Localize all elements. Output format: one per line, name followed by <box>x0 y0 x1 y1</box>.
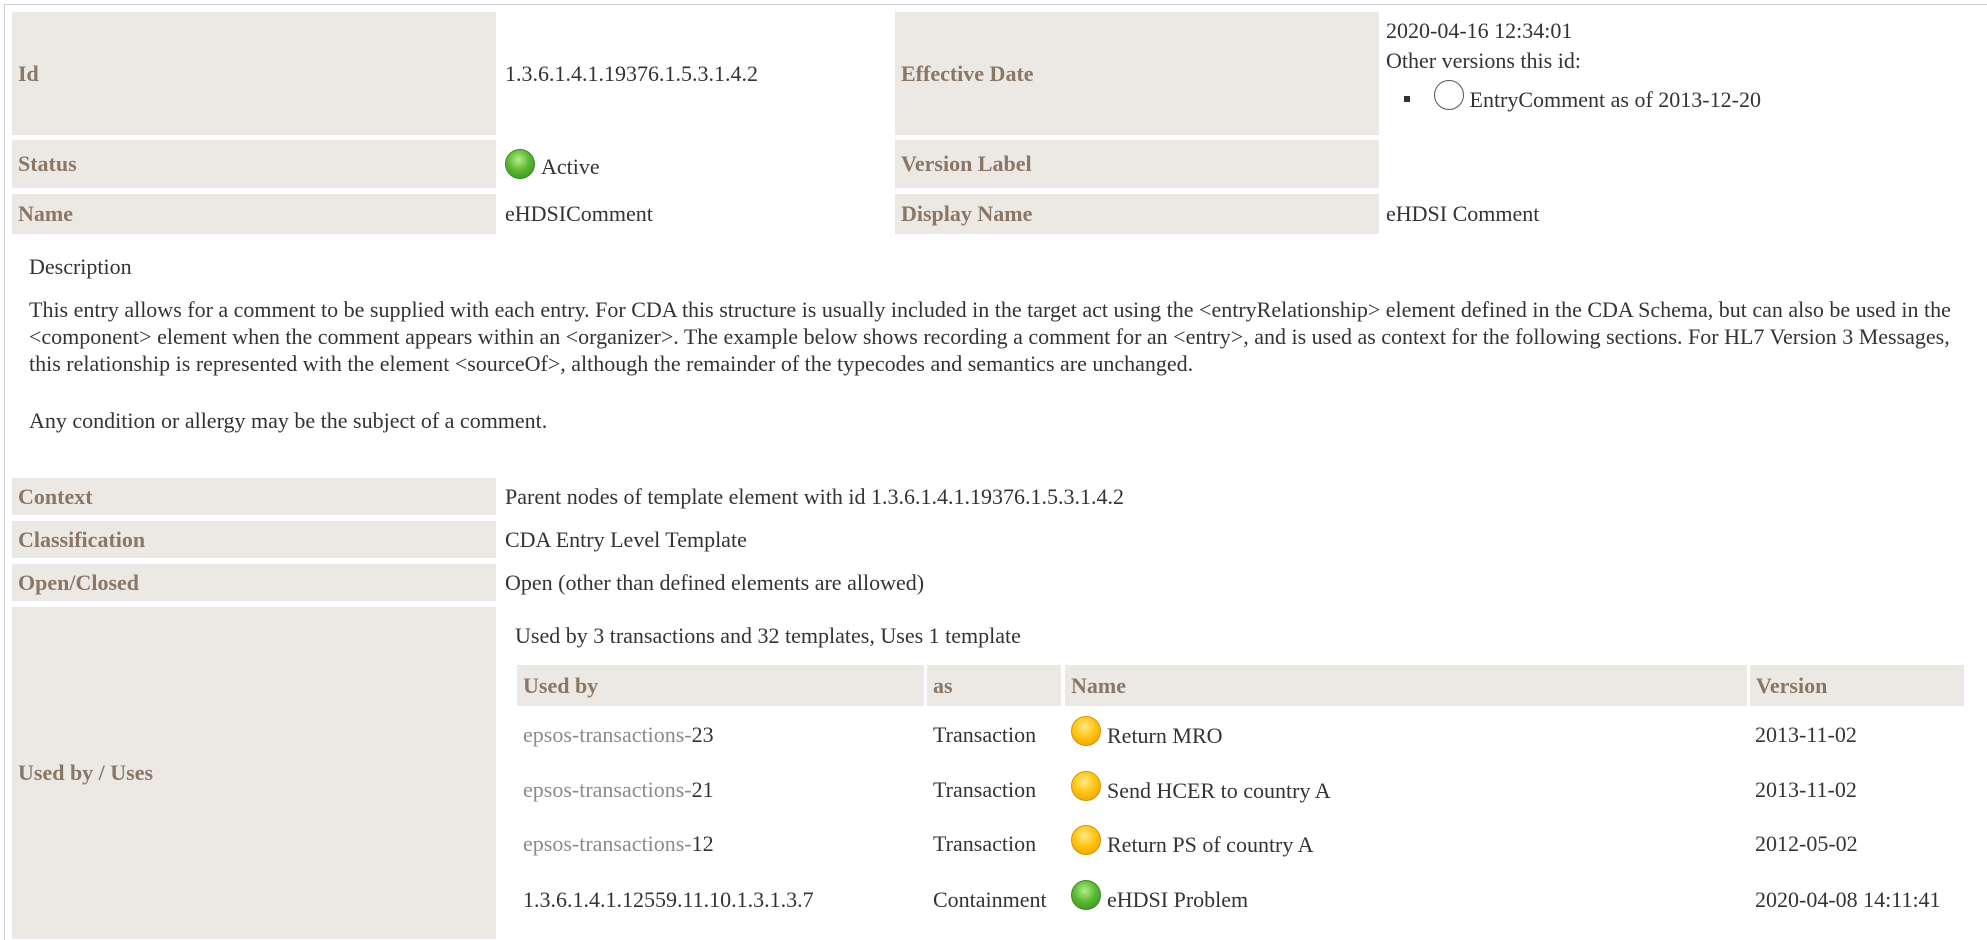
table-row-name[interactable]: Return PS of country A <box>1071 825 1314 858</box>
table-row-name[interactable]: Return MRO <box>1071 716 1223 749</box>
table-row-as: Transaction <box>933 777 1037 802</box>
table-row-version: 2013-11-02 <box>1755 777 1857 802</box>
table-row-as: Containment <box>933 887 1047 912</box>
description-heading: Description <box>29 254 132 279</box>
table-row-name[interactable]: eHDSI Problem <box>1071 880 1248 913</box>
name-value: eHDSIComment <box>505 201 653 226</box>
version-label-value <box>1386 140 1786 188</box>
draft-status-icon <box>1071 716 1101 746</box>
used-by-prefix: epsos-transactions- <box>523 722 692 747</box>
used-by-prefix: epsos-transactions- <box>523 777 692 802</box>
description-paragraph: This entry allows for a comment to be su… <box>29 297 1951 376</box>
empty-status-circle-icon <box>1434 80 1464 110</box>
used-by-prefix: epsos-transactions- <box>523 831 692 856</box>
draft-status-icon <box>1071 825 1101 855</box>
id-value: 1.3.6.1.4.1.19376.1.5.3.1.4.2 <box>505 60 758 86</box>
table-row-version: 2012-05-02 <box>1755 831 1858 856</box>
table-row-used-by-link[interactable]: epsos-transactions-21 <box>523 777 714 803</box>
name-label: Name <box>12 194 496 234</box>
classification-value: CDA Entry Level Template <box>505 526 747 552</box>
usage-summary: Used by 3 transactions and 32 templates,… <box>515 623 1021 648</box>
used-by-uses-label: Used by / Uses <box>12 607 496 939</box>
table-row-used-by-link[interactable]: epsos-transactions-23 <box>523 722 714 748</box>
used-by-id: 12 <box>691 831 714 856</box>
table-row-name[interactable]: Send HCER to country A <box>1071 771 1331 804</box>
status-text: Active <box>541 154 600 179</box>
row-name-text: eHDSI Problem <box>1107 887 1249 912</box>
table-row-used-by-link[interactable]: 1.3.6.1.4.1.12559.11.10.1.3.1.3.7 <box>523 887 814 913</box>
status-label: Status <box>12 140 496 188</box>
effective-date-label: Effective Date <box>895 12 1379 135</box>
used-by-id: 1.3.6.1.4.1.12559.11.10.1.3.1.3.7 <box>523 887 814 912</box>
version-label-label: Version Label <box>895 140 1379 188</box>
effective-date-value: 2020-04-16 12:34:01 <box>1386 18 1573 43</box>
row-name-text: Return PS of country A <box>1107 832 1314 857</box>
other-versions-label: Other versions this id: <box>1386 48 1581 73</box>
column-header-as: as <box>927 665 1061 706</box>
status-value: Active <box>505 140 889 188</box>
column-header-name: Name <box>1065 665 1747 706</box>
table-row-as: Transaction <box>933 831 1037 856</box>
used-by-id: 21 <box>691 777 714 802</box>
row-name-text: Send HCER to country A <box>1107 778 1331 803</box>
context-label: Context <box>12 478 496 515</box>
draft-status-icon <box>1071 771 1101 801</box>
display-name-label: Display Name <box>895 194 1379 234</box>
other-version-item[interactable]: EntryComment as of 2013-12-20 <box>1404 80 1761 113</box>
row-name-text: Return MRO <box>1107 723 1223 748</box>
used-by-id: 23 <box>691 722 714 747</box>
description-note: Any condition or allergy may be the subj… <box>29 408 548 433</box>
bullet-icon <box>1404 96 1410 102</box>
table-row-version: 2013-11-02 <box>1755 722 1857 747</box>
active-status-icon <box>1071 880 1101 910</box>
id-label: Id <box>12 12 496 135</box>
table-row-as: Transaction <box>933 722 1037 747</box>
context-value: Parent nodes of template element with id… <box>505 483 1124 509</box>
open-closed-label: Open/Closed <box>12 564 496 601</box>
table-row-used-by-link[interactable]: epsos-transactions-12 <box>523 831 714 857</box>
column-header-version: Version <box>1750 665 1964 706</box>
table-row-version: 2020-04-08 14:11:41 <box>1755 887 1941 912</box>
column-header-used-by: Used by <box>517 665 924 706</box>
other-version-text: EntryComment as of 2013-12-20 <box>1469 87 1761 112</box>
active-status-icon <box>505 149 535 179</box>
classification-label: Classification <box>12 521 496 558</box>
display-name-value: eHDSI Comment <box>1386 201 1540 226</box>
open-closed-value: Open (other than defined elements are al… <box>505 569 925 595</box>
